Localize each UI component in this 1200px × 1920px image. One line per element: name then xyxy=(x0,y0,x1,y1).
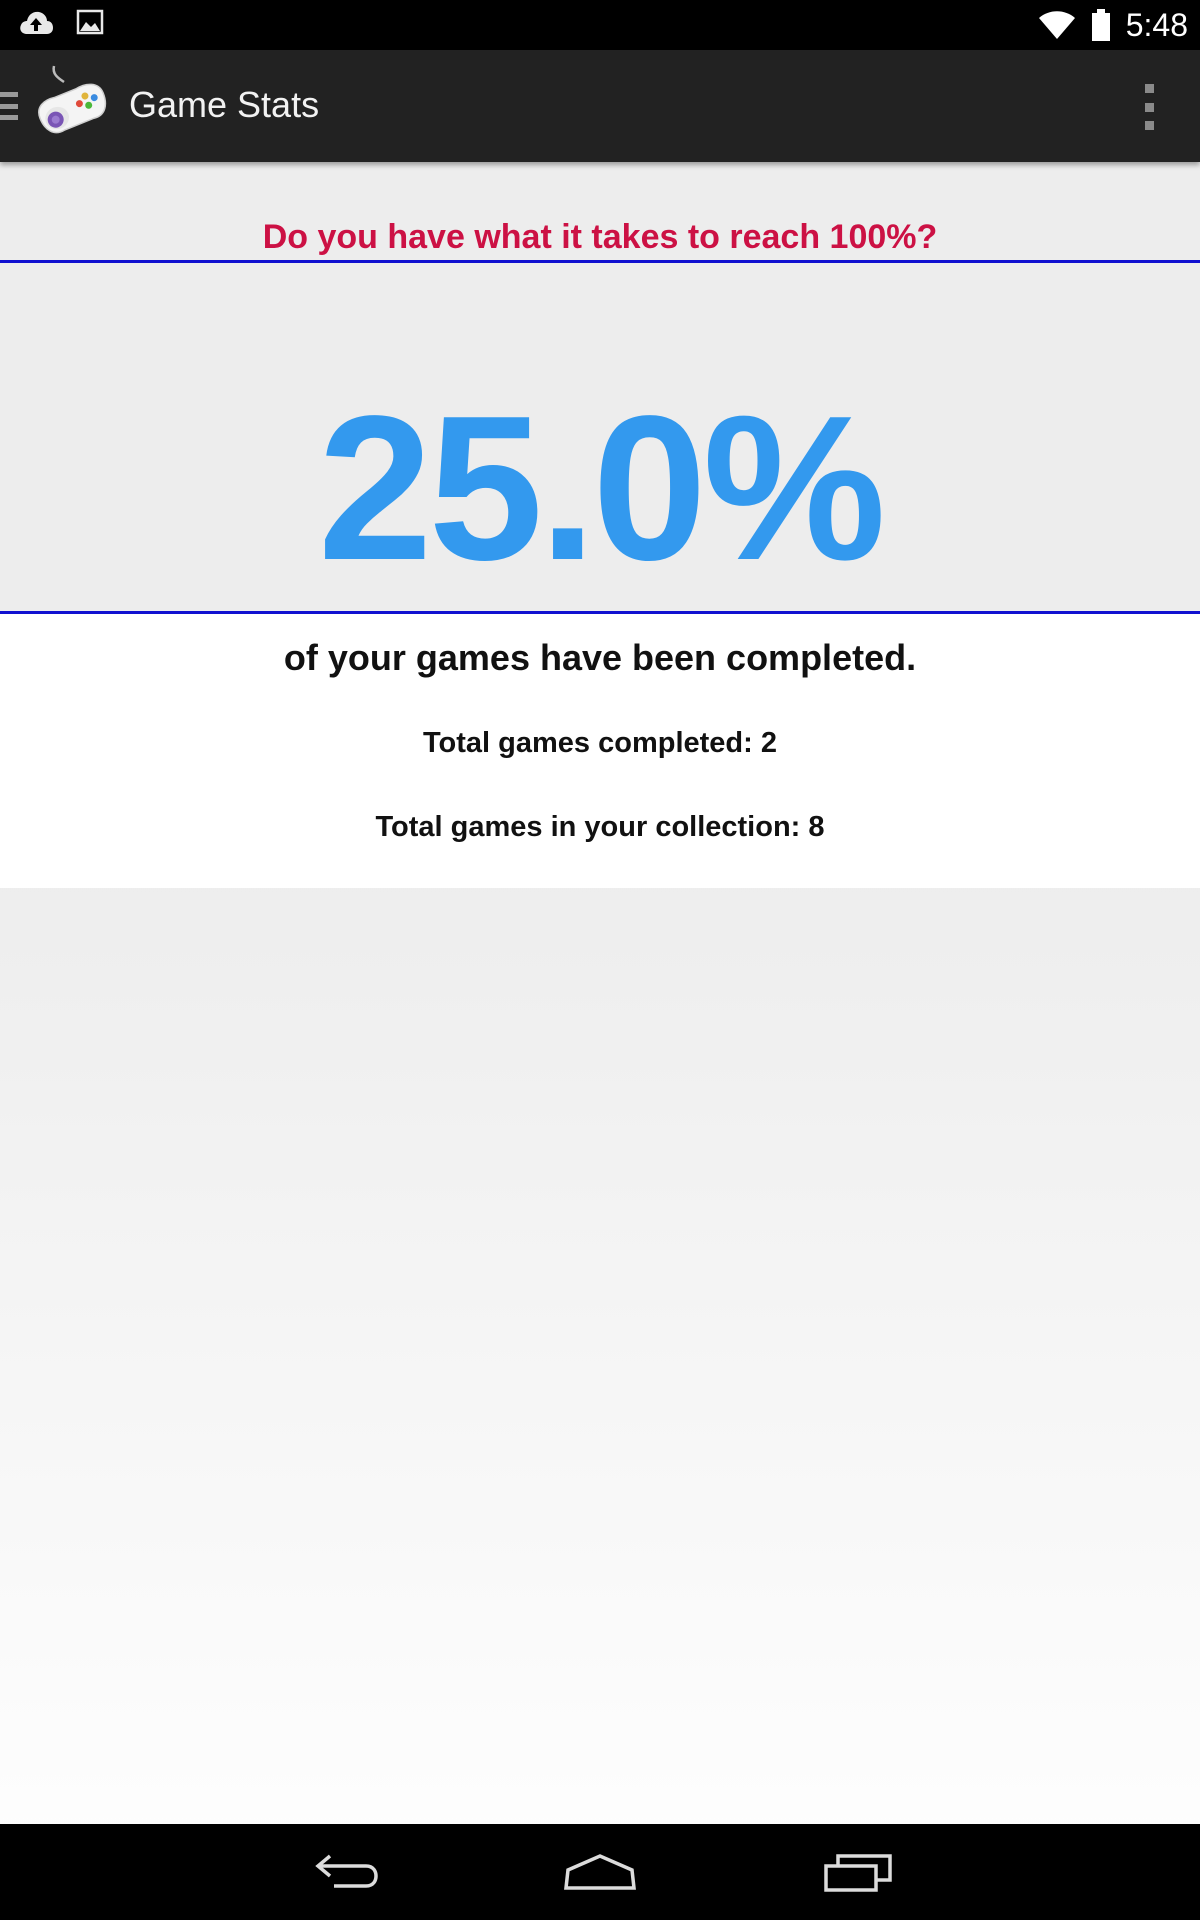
drawer-indicator-icon[interactable] xyxy=(0,92,18,120)
status-time: 5:48 xyxy=(1125,7,1188,43)
upload-cloud-icon xyxy=(20,11,53,35)
top-divider xyxy=(0,260,1200,263)
completion-percentage: 25.0% xyxy=(317,373,886,603)
navigation-bar xyxy=(0,1824,1200,1920)
back-icon[interactable] xyxy=(308,1844,380,1900)
screen: 5:48 Game Stats Do you have what it take… xyxy=(0,0,1200,1920)
home-icon[interactable] xyxy=(562,1844,638,1900)
total-completed-stat: Total games completed: 2 xyxy=(423,727,777,759)
challenge-tagline: Do you have what it takes to reach 100%? xyxy=(262,218,938,256)
notification-icons xyxy=(18,8,104,36)
recent-apps-icon[interactable] xyxy=(822,1844,894,1900)
total-collection-stat: Total games in your collection: 8 xyxy=(375,811,825,843)
status-bar: 5:48 xyxy=(0,0,1200,50)
system-status: 5:48 xyxy=(1038,4,1188,46)
battery-icon xyxy=(1091,9,1110,41)
image-icon xyxy=(76,9,104,35)
completed-caption: of your games have been completed. xyxy=(283,637,917,678)
action-bar: Game Stats xyxy=(0,50,1200,162)
app-title: Game Stats xyxy=(129,84,320,125)
overflow-menu-icon[interactable] xyxy=(1138,84,1160,130)
game-controller-icon[interactable] xyxy=(28,62,116,150)
wifi-icon xyxy=(1038,11,1075,39)
